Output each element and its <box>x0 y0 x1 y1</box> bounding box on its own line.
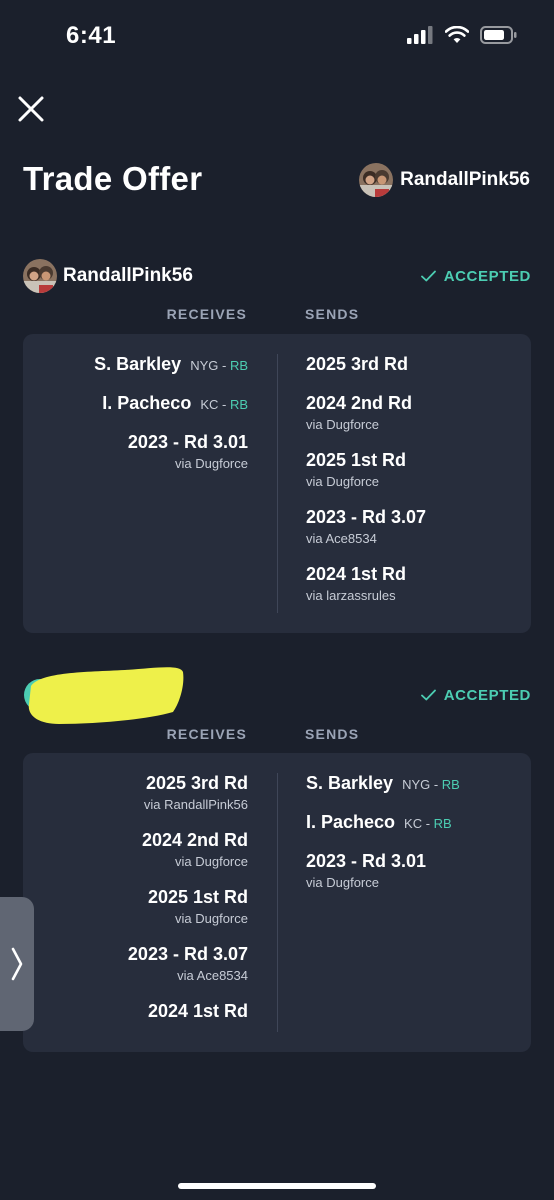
asset-team: NYG <box>190 358 219 373</box>
close-icon <box>18 96 44 122</box>
asset-name: I. Pacheco <box>102 393 192 413</box>
asset-via: via Ace8534 <box>177 968 248 983</box>
trade-1-card: S. Barkley NYG - RB I. Pacheco KC - RB 2… <box>23 334 531 633</box>
trade-1-receives-list: S. Barkley NYG - RB I. Pacheco KC - RB 2… <box>94 354 248 489</box>
trade-1-username: RandallPink56 <box>63 265 193 286</box>
column-divider <box>277 773 278 1032</box>
status-bar: 6:41 <box>0 0 554 75</box>
trade-2-receives-list: 2025 3rd Rd via RandallPink56 2024 2nd R… <box>128 773 248 1040</box>
check-icon <box>420 689 436 701</box>
header-username: RandallPink56 <box>400 169 530 190</box>
asset-position: RB <box>229 358 248 373</box>
close-button[interactable] <box>14 92 48 126</box>
asset-name: 2025 3rd Rd <box>145 773 248 793</box>
trade-2-sends-heading: SENDS <box>305 726 360 742</box>
asset-name: 2025 3rd Rd <box>306 354 409 374</box>
trade-1-status: ACCEPTED <box>420 267 531 285</box>
asset-item[interactable]: S. Barkley NYG - RB <box>306 773 460 794</box>
asset-name: 2024 2nd Rd <box>306 393 413 413</box>
asset-item[interactable]: 2025 3rd Rd <box>306 354 426 375</box>
asset-via: via larzassrules <box>306 588 396 603</box>
wifi-icon <box>445 26 469 43</box>
asset-name: 2025 1st Rd <box>306 450 407 470</box>
asset-name: 2023 - Rd 3.07 <box>306 507 427 527</box>
asset-team-position: KC - RB <box>404 816 452 831</box>
asset-item[interactable]: 2024 1st Rd <box>128 1001 248 1022</box>
asset-name: 2025 1st Rd <box>147 887 248 907</box>
battery-icon <box>480 26 517 44</box>
asset-team: NYG <box>402 777 431 792</box>
asset-team: KC <box>200 397 219 412</box>
asset-name: S. Barkley <box>94 354 182 374</box>
asset-item[interactable]: 2024 2nd Rd via Dugforce <box>306 393 426 432</box>
asset-item[interactable]: 2023 - Rd 3.07 via Ace8534 <box>128 944 248 983</box>
asset-name: 2023 - Rd 3.01 <box>306 851 427 871</box>
trade-1-status-label: ACCEPTED <box>443 267 531 285</box>
avatar <box>23 259 57 293</box>
asset-item[interactable]: 2024 1st Rd via larzassrules <box>306 564 426 603</box>
column-divider <box>277 354 278 613</box>
asset-item[interactable]: 2025 3rd Rd via RandallPink56 <box>128 773 248 812</box>
asset-via: via Dugforce <box>175 854 248 869</box>
asset-name: 2024 2nd Rd <box>141 830 248 850</box>
asset-via: via Dugforce <box>306 875 379 890</box>
asset-team-position: KC - RB <box>200 397 248 412</box>
asset-via: via RandallPink56 <box>143 797 248 812</box>
asset-item[interactable]: 2023 - Rd 3.01 via Dugforce <box>306 851 460 890</box>
asset-name: 2023 - Rd 3.07 <box>127 944 248 964</box>
trade-1-sends-list: 2025 3rd Rd 2024 2nd Rd via Dugforce 202… <box>306 354 426 621</box>
asset-item[interactable]: 2023 - Rd 3.01 via Dugforce <box>94 432 248 471</box>
asset-position: RB <box>441 777 460 792</box>
home-indicator[interactable] <box>178 1183 376 1189</box>
asset-via: via Dugforce <box>306 417 379 432</box>
avatar <box>359 163 394 197</box>
asset-name: 2024 1st Rd <box>147 1001 248 1021</box>
trade-1-header: RandallPink56 ACCEPTED <box>23 258 531 294</box>
asset-name: 2023 - Rd 3.01 <box>127 432 248 452</box>
asset-name: 2024 1st Rd <box>306 564 407 584</box>
asset-item[interactable]: 2024 2nd Rd via Dugforce <box>128 830 248 869</box>
asset-via: via Dugforce <box>306 474 379 489</box>
asset-name: I. Pacheco <box>306 812 396 832</box>
redaction-highlight <box>28 667 184 724</box>
asset-item[interactable]: 2025 1st Rd via Dugforce <box>306 450 426 489</box>
asset-item[interactable]: I. Pacheco KC - RB <box>94 393 248 414</box>
asset-via: via Ace8534 <box>306 531 377 546</box>
trade-1-receives-heading: RECEIVES <box>166 306 247 322</box>
signal-icon <box>407 26 433 44</box>
asset-position: RB <box>433 816 452 831</box>
trade-2-card: 2025 3rd Rd via RandallPink56 2024 2nd R… <box>23 753 531 1052</box>
status-icons <box>407 26 518 44</box>
asset-item[interactable]: I. Pacheco KC - RB <box>306 812 460 833</box>
asset-team-position: NYG - RB <box>190 358 248 373</box>
trade-2-status: ACCEPTED <box>420 686 531 704</box>
trade-2-sends-list: S. Barkley NYG - RB I. Pacheco KC - RB 2… <box>306 773 460 908</box>
asset-via: via Dugforce <box>175 911 248 926</box>
chevron-right-icon <box>11 947 23 981</box>
side-tab-button[interactable] <box>0 897 34 1031</box>
status-time: 6:41 <box>66 22 117 49</box>
trade-1-user[interactable]: RandallPink56 <box>23 259 193 293</box>
asset-team-position: NYG - RB <box>402 777 460 792</box>
trade-2-status-label: ACCEPTED <box>443 686 531 704</box>
asset-position: RB <box>229 397 248 412</box>
asset-team: KC <box>404 816 423 831</box>
asset-via: via Dugforce <box>175 456 248 471</box>
page-title: Trade Offer <box>23 160 203 197</box>
trade-2-receives-heading: RECEIVES <box>166 726 247 742</box>
asset-item[interactable]: 2025 1st Rd via Dugforce <box>128 887 248 926</box>
asset-item[interactable]: S. Barkley NYG - RB <box>94 354 248 375</box>
asset-item[interactable]: 2023 - Rd 3.07 via Ace8534 <box>306 507 426 546</box>
header-user[interactable]: RandallPink56 <box>359 163 530 197</box>
check-icon <box>420 270 436 282</box>
asset-name: S. Barkley <box>306 773 394 793</box>
trade-1-sends-heading: SENDS <box>305 306 360 322</box>
